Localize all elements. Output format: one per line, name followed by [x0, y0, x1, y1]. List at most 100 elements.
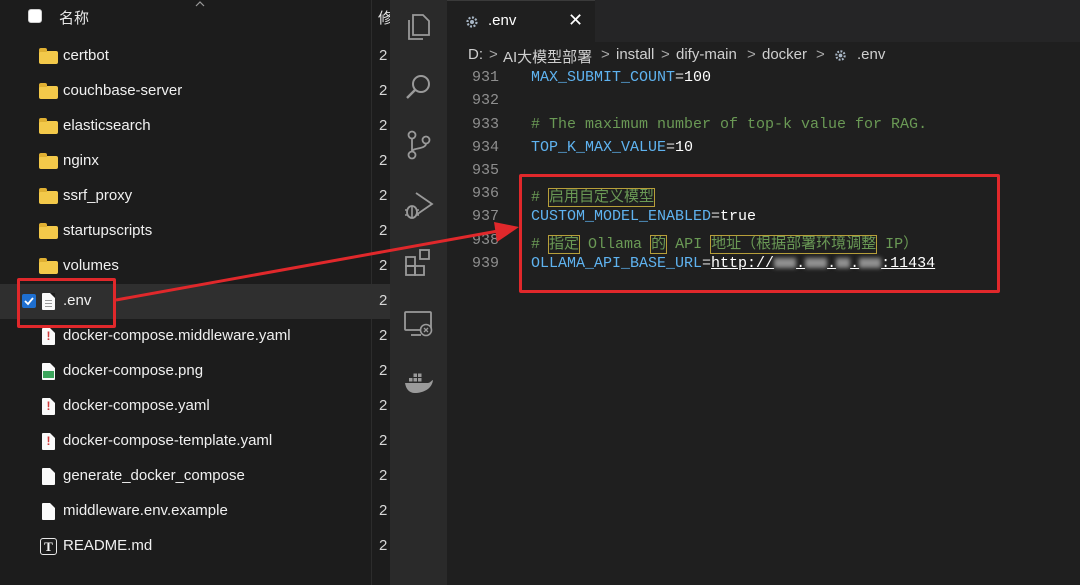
file-row-nginx[interactable]: nginx 2 — [0, 144, 390, 179]
tab-env[interactable]: .env ✕ — [447, 0, 595, 42]
line-number: 933 — [471, 116, 499, 133]
extensions-icon[interactable] — [402, 246, 436, 280]
file-name: docker-compose.yaml — [63, 397, 210, 414]
modified-date: 2 — [379, 187, 388, 204]
remote-explorer-icon[interactable] — [402, 306, 436, 340]
file-row-middleware-env-example[interactable]: middleware.env.example 2 — [0, 494, 390, 529]
env-value: 10 — [675, 139, 694, 156]
modified-date: 2 — [379, 397, 388, 414]
folder-icon — [39, 48, 59, 66]
docker-icon[interactable] — [402, 366, 436, 400]
modified-date: 2 — [379, 467, 388, 484]
file-row-certbot[interactable]: certbot 2 — [0, 39, 390, 74]
image-file-icon — [39, 363, 59, 381]
tab-label: .env — [488, 12, 517, 29]
equals: = — [675, 69, 685, 86]
file-row-ssrf-proxy[interactable]: ssrf_proxy 2 — [0, 179, 390, 214]
close-icon[interactable]: ✕ — [568, 10, 583, 31]
equals: = — [666, 139, 676, 156]
file-row-couchbase-server[interactable]: couchbase-server 2 — [0, 74, 390, 109]
modified-date: 2 — [379, 47, 388, 64]
modified-date: 2 — [379, 327, 388, 344]
file-row-startupscripts[interactable]: startupscripts 2 — [0, 214, 390, 249]
modified-date: 2 — [379, 292, 388, 309]
file-name: middleware.env.example — [63, 502, 228, 519]
explorer-header: 名称 修 — [0, 0, 390, 34]
file-name: startupscripts — [63, 222, 153, 239]
modified-date: 2 — [379, 362, 388, 379]
code-line[interactable]: 933 # The maximum number of top-k value … — [447, 114, 1080, 137]
breadcrumb-separator: > — [601, 46, 610, 63]
modified-date: 2 — [379, 257, 388, 274]
activity-bar — [390, 0, 447, 585]
modified-date: 2 — [379, 432, 388, 449]
code-line[interactable]: 934 TOP_K_MAX_VALUE=10 — [447, 137, 1080, 160]
line-number: 938 — [471, 232, 499, 249]
file-name: elasticsearch — [63, 117, 151, 134]
breadcrumb-drive[interactable]: D: — [468, 46, 483, 63]
breadcrumb-folder-ai[interactable]: AI大模型部署 — [503, 46, 592, 67]
folder-icon — [39, 223, 59, 241]
document-icon — [39, 503, 59, 521]
code-line[interactable]: 931 MAX_SUBMIT_COUNT=100 — [447, 67, 1080, 90]
line-number: 934 — [471, 139, 499, 156]
line-number: 937 — [471, 208, 499, 225]
annotation-box-env-file — [17, 278, 116, 328]
code-comment: # The maximum number of top-k value for … — [531, 116, 928, 133]
modified-date: 2 — [379, 222, 388, 239]
modified-date: 2 — [379, 117, 388, 134]
file-name: ssrf_proxy — [63, 187, 133, 204]
breadcrumb-separator: > — [661, 46, 670, 63]
env-key: TOP_K_MAX_VALUE — [531, 139, 667, 156]
file-name: volumes — [63, 257, 119, 274]
modified-column-header[interactable]: 修 — [378, 7, 390, 28]
settings-file-icon — [466, 16, 478, 28]
source-control-icon[interactable] — [402, 128, 436, 162]
file-name: README.md — [63, 537, 153, 554]
yaml-file-icon: ! — [39, 328, 59, 346]
file-row-readme[interactable]: T README.md 2 — [0, 529, 390, 564]
file-name: docker-compose.png — [63, 362, 204, 379]
tab-strip: .env ✕ — [447, 0, 1080, 42]
file-name: certbot — [63, 47, 109, 64]
name-column-header[interactable]: 名称 — [59, 7, 89, 28]
line-number: 931 — [471, 69, 499, 86]
env-key: MAX_SUBMIT_COUNT — [531, 69, 676, 86]
search-icon[interactable] — [402, 70, 436, 104]
annotation-box-config-lines — [519, 174, 1000, 293]
modified-date: 2 — [379, 502, 388, 519]
line-number: 936 — [471, 185, 499, 202]
folder-icon — [39, 258, 59, 276]
breadcrumb-separator: > — [747, 46, 756, 63]
file-name: docker-compose.middleware.yaml — [63, 327, 291, 344]
file-name: nginx — [63, 152, 99, 169]
sort-up-icon — [195, 1, 205, 7]
yaml-file-icon: ! — [39, 433, 59, 451]
breadcrumb-file[interactable]: .env — [857, 46, 885, 63]
modified-date: 2 — [379, 152, 388, 169]
file-row-docker-compose-yaml[interactable]: ! docker-compose.yaml 2 — [0, 389, 390, 424]
line-number: 939 — [471, 255, 499, 272]
breadcrumb-separator: > — [489, 46, 498, 63]
env-value: 100 — [684, 69, 712, 86]
folder-icon — [39, 118, 59, 136]
modified-date: 2 — [379, 82, 388, 99]
folder-icon — [39, 83, 59, 101]
file-name: docker-compose-template.yaml — [63, 432, 273, 449]
breadcrumb-separator: > — [816, 46, 825, 63]
file-row-elasticsearch[interactable]: elasticsearch 2 — [0, 109, 390, 144]
file-row-docker-compose-png[interactable]: docker-compose.png 2 — [0, 354, 390, 389]
file-row-generate-docker-compose[interactable]: generate_docker_compose 2 — [0, 459, 390, 494]
breadcrumb-folder-install[interactable]: install — [616, 46, 654, 63]
markdown-file-icon: T — [39, 538, 59, 556]
breadcrumb-folder-docker[interactable]: docker — [762, 46, 807, 63]
run-debug-icon[interactable] — [402, 188, 436, 222]
line-number: 932 — [471, 92, 499, 109]
select-all-checkbox[interactable] — [28, 9, 42, 23]
breadcrumb-folder-dify-main[interactable]: dify-main — [676, 46, 737, 63]
code-line[interactable]: 932 — [447, 90, 1080, 113]
yaml-file-icon: ! — [39, 398, 59, 416]
explorer-icon[interactable] — [402, 10, 436, 44]
file-row-docker-compose-template[interactable]: ! docker-compose-template.yaml 2 — [0, 424, 390, 459]
folder-icon — [39, 153, 59, 171]
